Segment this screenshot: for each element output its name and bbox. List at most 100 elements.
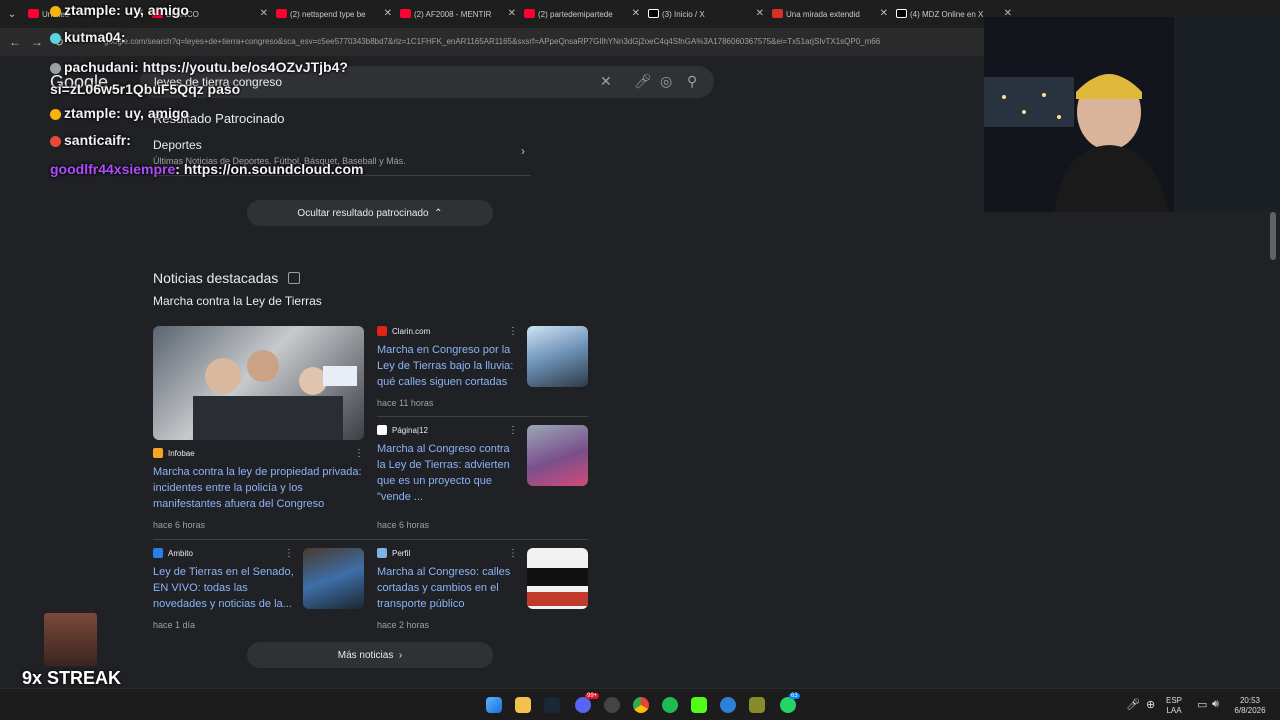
whatsapp-badge: 63	[789, 693, 800, 699]
news-site-icon	[772, 9, 783, 18]
x-icon	[896, 9, 907, 18]
infobae-icon	[153, 448, 163, 458]
news-title[interactable]: Marcha al Congreso contra la Ley de Tier…	[377, 441, 520, 505]
streak-label: 9x STREAK	[22, 668, 122, 688]
pagina12-icon	[377, 425, 387, 435]
taskbar: 99+ 63 🎤︎ ⊕ ESP LAA ▭ 🔊︎ 20:53 6/8/2026	[0, 688, 1280, 720]
youtube-icon	[276, 9, 287, 18]
news-title[interactable]: Marcha en Congreso por la Ley de Tierras…	[377, 342, 520, 390]
stories-icon[interactable]	[288, 272, 300, 284]
webcam-image	[984, 17, 1280, 212]
tab-2[interactable]: (2) nettspend type be ✕	[272, 0, 396, 28]
news-image-perfil[interactable]	[527, 548, 588, 609]
badge-icon	[50, 135, 61, 147]
close-icon[interactable]: ✕	[880, 8, 888, 19]
close-icon[interactable]: ✕	[632, 8, 640, 19]
chevron-right-icon[interactable]: ›	[521, 144, 525, 158]
clock[interactable]: 20:53 6/8/2026	[1230, 696, 1270, 716]
close-icon[interactable]: ✕	[508, 8, 516, 19]
windows-start-icon[interactable]	[486, 697, 502, 713]
forward-icon[interactable]: →	[26, 35, 48, 49]
tab-5[interactable]: (3) Inicio / X ✕	[644, 0, 768, 28]
language-indicator[interactable]: ESP LAA	[1166, 696, 1182, 716]
news-card-infobae[interactable]: Infobae ⋮ Marcha contra la ley de propie…	[153, 448, 364, 512]
spotify-icon[interactable]	[662, 697, 678, 713]
microphone-icon[interactable]: 🎤︎	[634, 73, 652, 90]
webcam-feed	[984, 17, 1280, 212]
chat-message: pachudani: https://youtu.be/os4OZvJTjb4?…	[50, 59, 348, 97]
chat-message: goodlfr44xsiempre: https://on.soundcloud…	[50, 161, 364, 177]
tab-6[interactable]: Una mirada extendid ✕	[768, 0, 892, 28]
kick-icon[interactable]	[691, 697, 707, 713]
emote-icon	[50, 5, 61, 17]
news-age: hace 1 día	[153, 620, 196, 630]
app-icon[interactable]	[749, 697, 765, 713]
tab-3[interactable]: (2) AF2008 - MENTIR ✕	[396, 0, 520, 28]
protest-sign-photo	[527, 568, 588, 606]
divider	[377, 416, 588, 417]
x-icon	[648, 9, 659, 18]
perfil-icon	[377, 548, 387, 558]
news-card-clarin[interactable]: Clarin.com ⋮ Marcha en Congreso por la L…	[377, 326, 520, 390]
network-icon[interactable]: ⊕	[1146, 698, 1155, 711]
youtube-icon	[400, 9, 411, 18]
badge-icon	[50, 62, 61, 74]
chevron-right-icon: ›	[398, 649, 403, 661]
tab-4[interactable]: (2) partedemipartede ✕	[520, 0, 644, 28]
microphone-icon[interactable]: 🎤︎	[1126, 698, 1140, 711]
chrome-active-icon[interactable]	[720, 697, 736, 713]
steam-icon[interactable]	[544, 697, 560, 713]
emote-icon	[50, 108, 61, 120]
app-icon[interactable]	[604, 697, 620, 713]
news-age: hace 2 horas	[377, 620, 430, 630]
divider	[153, 539, 588, 540]
chat-message: santicaifr:	[50, 132, 131, 148]
volume-icon[interactable]: 🔊︎	[1212, 698, 1219, 711]
display-icon[interactable]: ▭	[1197, 698, 1207, 711]
news-image-infobae[interactable]	[153, 326, 364, 440]
clear-icon[interactable]: ✕	[600, 73, 612, 90]
top-stories-heading: Noticias destacadas	[153, 270, 279, 286]
search-icon[interactable]: ⚲	[687, 73, 697, 90]
more-options-icon[interactable]: ⋮	[508, 425, 518, 436]
close-icon[interactable]: ✕	[756, 8, 764, 19]
close-icon[interactable]: ✕	[384, 8, 392, 19]
url-field[interactable]: google.com/search?q=leyes+de+tierra+cong…	[104, 37, 984, 46]
news-card-ambito[interactable]: Ambito ⋮ Ley de Tierras en el Senado, EN…	[153, 548, 296, 612]
chrome-icon[interactable]	[633, 697, 649, 713]
more-options-icon[interactable]: ⋮	[508, 326, 518, 337]
story-subheading[interactable]: Marcha contra la Ley de Tierras	[153, 294, 322, 308]
news-image-ambito[interactable]	[303, 548, 364, 609]
back-icon[interactable]: ←	[4, 35, 26, 49]
hide-sponsored-button[interactable]: Ocultar resultado patrocinado ⌃	[247, 200, 493, 226]
tab-search-icon[interactable]: ⌄	[0, 0, 24, 28]
file-explorer-icon[interactable]	[515, 697, 531, 713]
discord-icon[interactable]	[575, 697, 591, 713]
discord-badge: 99+	[585, 693, 600, 699]
news-title[interactable]: Ley de Tierras en el Senado, EN VIVO: to…	[153, 564, 296, 612]
sponsored-item-title[interactable]: Deportes	[153, 138, 531, 152]
more-news-button[interactable]: Más noticias ›	[247, 642, 493, 668]
chat-message: kutma04:	[50, 29, 125, 45]
news-title[interactable]: Marcha al Congreso: calles cortadas y ca…	[377, 564, 520, 612]
whatsapp-icon[interactable]	[780, 697, 796, 713]
camera-search-icon[interactable]: ◎	[660, 73, 672, 90]
news-card-pagina12[interactable]: Página|12 ⋮ Marcha al Congreso contra la…	[377, 425, 520, 505]
news-title[interactable]: Marcha contra la ley de propiedad privad…	[153, 464, 364, 512]
youtube-icon	[28, 9, 39, 18]
youtube-icon	[524, 9, 535, 18]
badge-icon	[50, 32, 61, 44]
scrollbar-thumb[interactable]	[1270, 212, 1276, 260]
news-image-clarin[interactable]	[527, 326, 588, 387]
more-options-icon[interactable]: ⋮	[354, 448, 364, 459]
news-card-perfil[interactable]: Perfil ⋮ Marcha al Congreso: calles cort…	[377, 548, 520, 612]
more-options-icon[interactable]: ⋮	[508, 548, 518, 559]
news-image-pagina12[interactable]	[527, 425, 588, 486]
chat-message: ztample: uy, amigo	[50, 105, 189, 121]
close-icon[interactable]: ✕	[260, 8, 268, 19]
more-options-icon[interactable]: ⋮	[284, 548, 294, 559]
ambito-icon	[153, 548, 163, 558]
scrollbar[interactable]	[1270, 212, 1276, 688]
news-age: hace 6 horas	[153, 520, 206, 530]
news-age: hace 6 horas	[377, 520, 430, 530]
